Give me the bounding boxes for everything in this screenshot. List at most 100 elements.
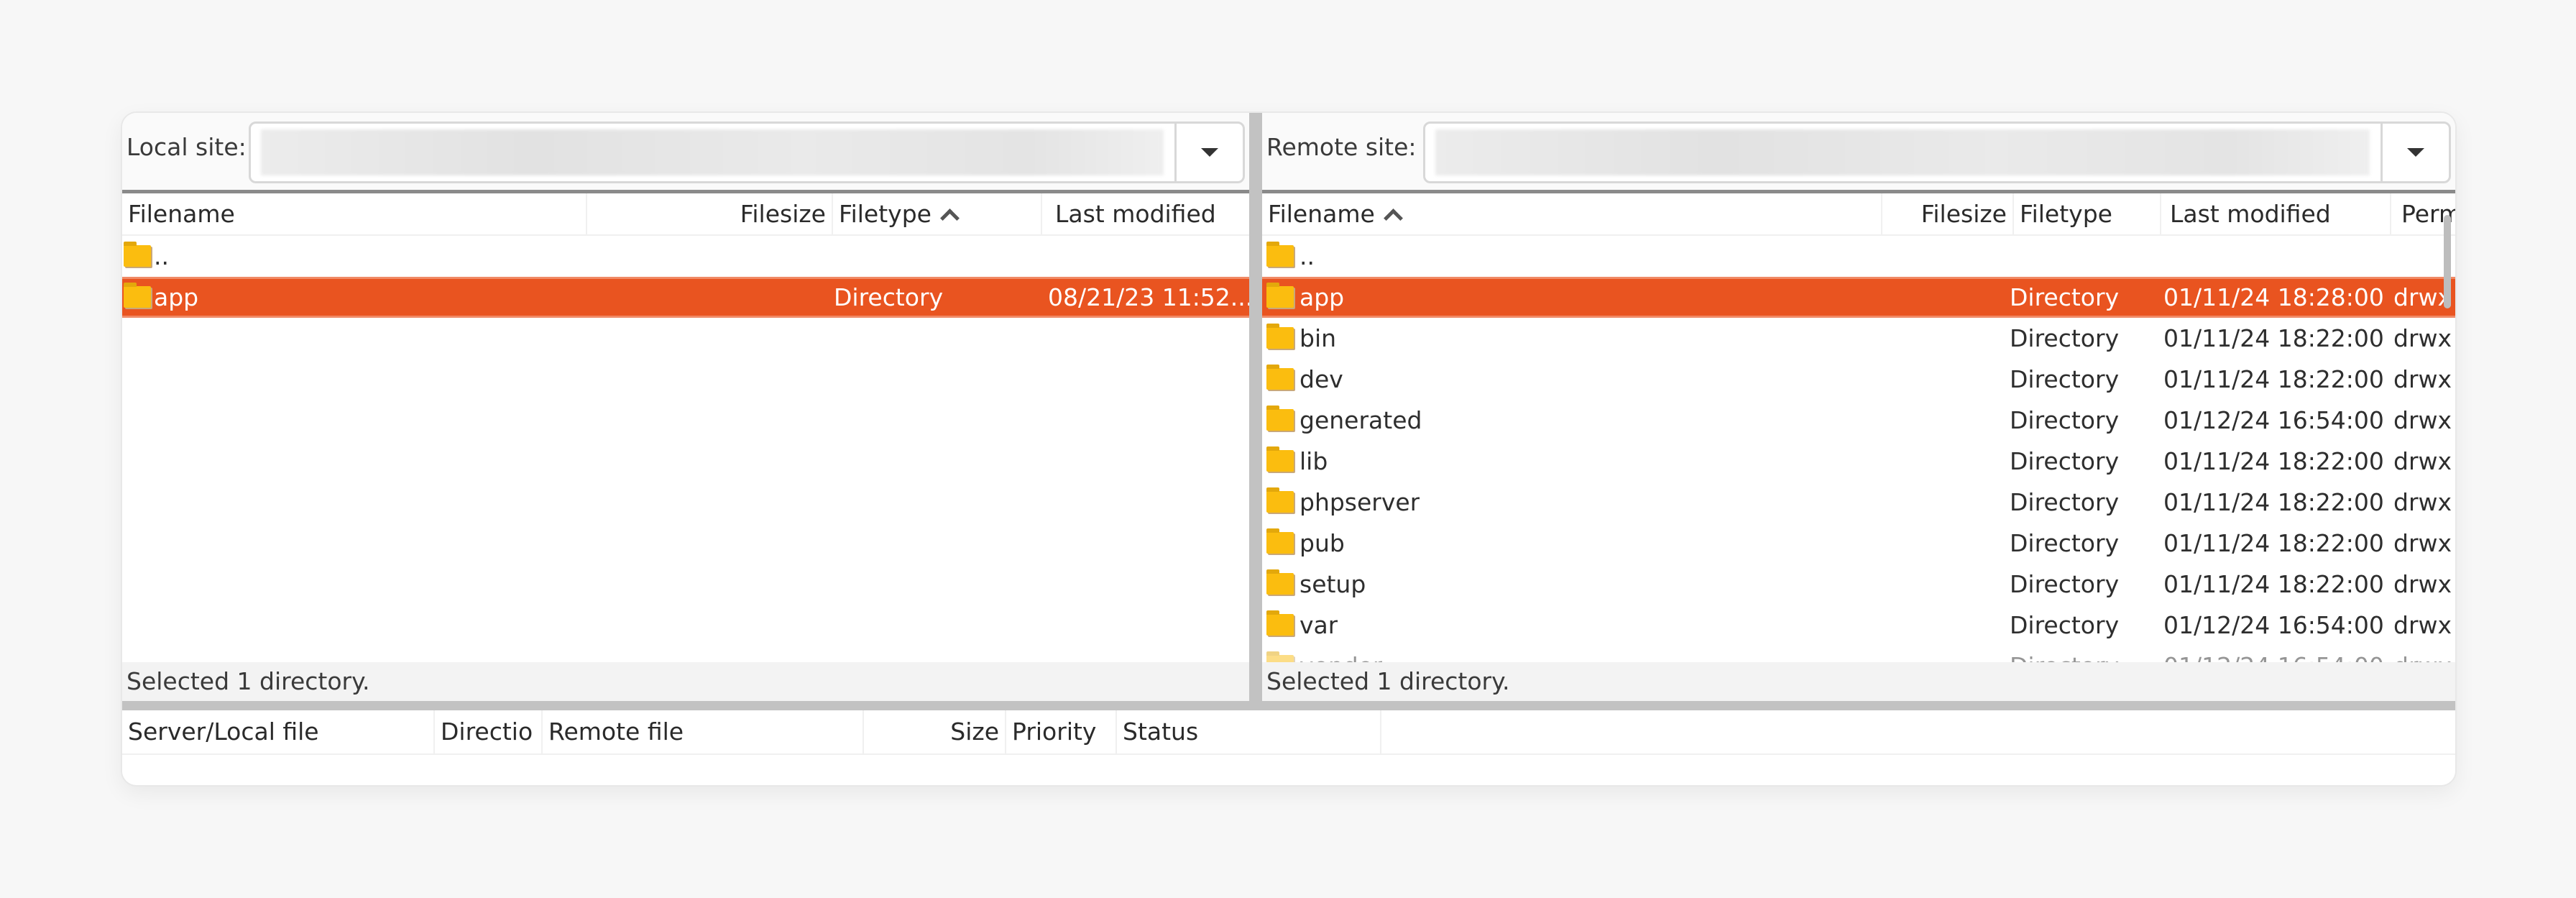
remote-row[interactable]: lib Directory 01/11/24 18:22:00 drwx — [1262, 441, 2455, 482]
remote-row-perm: drwx — [2393, 488, 2451, 516]
remote-row[interactable]: var Directory 01/12/24 16:54:00 drwx — [1262, 605, 2455, 646]
remote-row-type: Directory — [2010, 488, 2120, 516]
remote-file-list[interactable]: Filename Filesize Filetype Last modified… — [1262, 190, 2455, 666]
folder-icon — [1266, 528, 1294, 554]
local-col-filename[interactable]: Filename — [122, 193, 587, 234]
queue-col-status[interactable]: Status — [1117, 710, 1381, 753]
remote-row[interactable]: generated Directory 01/12/24 16:54:00 dr… — [1262, 400, 2455, 441]
remote-row-modified: 01/12/24 16:54:00 — [2163, 406, 2384, 434]
remote-row-name: pub — [1300, 529, 1345, 557]
local-site-combobox[interactable] — [249, 122, 1245, 183]
remote-row-modified: 01/11/24 18:22:00 — [2163, 365, 2384, 393]
remote-row[interactable]: bin Directory 01/11/24 18:22:00 drwx — [1262, 318, 2455, 359]
local-site-dropdown-button[interactable] — [1174, 124, 1243, 181]
remote-row-type: Directory — [2010, 365, 2120, 393]
remote-row-perm: drwx — [2393, 406, 2451, 434]
local-row-type: Directory — [834, 283, 944, 311]
local-status-bar: Selected 1 directory. — [122, 662, 1249, 701]
remote-col-filetype[interactable]: Filetype — [2014, 193, 2161, 234]
remote-row-modified: 01/11/24 18:22:00 — [2163, 570, 2384, 598]
remote-col-filesize[interactable]: Filesize — [1882, 193, 2014, 234]
local-file-list[interactable]: Filename Filesize Filetype Last modified… — [122, 190, 1249, 666]
remote-row-type: Directory — [2010, 406, 2120, 434]
remote-status-bar: Selected 1 directory. — [1262, 662, 2455, 701]
local-row-name: app — [154, 283, 199, 311]
folder-icon — [1266, 242, 1294, 267]
remote-row-modified: 01/11/24 18:22:00 — [2163, 324, 2384, 352]
queue-col-server-local-file[interactable]: Server/Local file — [122, 710, 435, 753]
remote-row-modified: 01/11/24 18:22:00 — [2163, 529, 2384, 557]
remote-row-name: app — [1300, 283, 1345, 311]
chevron-down-icon — [1201, 148, 1218, 157]
remote-col-last-modified[interactable]: Last modified — [2161, 193, 2391, 234]
remote-row-name: bin — [1300, 324, 1337, 352]
remote-site-bar: Remote site: — [1262, 113, 2455, 190]
remote-row-name: dev — [1300, 365, 1343, 393]
remote-row-type: Directory — [2010, 447, 2120, 475]
sort-ascending-icon — [940, 209, 960, 228]
local-row-name: .. — [154, 242, 169, 270]
sort-ascending-icon — [1383, 209, 1403, 228]
local-row-app[interactable]: app Directory 08/21/23 11:52... — [122, 277, 1249, 318]
local-col-last-modified[interactable]: Last modified — [1042, 193, 1249, 234]
remote-row-perm: drwx — [2393, 324, 2451, 352]
folder-icon — [124, 283, 151, 308]
folder-icon — [1266, 365, 1294, 390]
remote-site-dropdown-button[interactable] — [2380, 124, 2449, 181]
remote-row-type: Directory — [2010, 283, 2120, 311]
remote-row-type: Directory — [2010, 570, 2120, 598]
remote-list-scrollbar[interactable] — [2444, 215, 2451, 308]
local-row-parent[interactable]: .. — [122, 236, 1249, 277]
remote-row-perm: drwx — [2393, 365, 2451, 393]
remote-row[interactable]: app Directory 01/11/24 18:28:00 drwx — [1262, 277, 2455, 318]
remote-row-modified: 01/11/24 18:28:00 — [2163, 283, 2384, 311]
local-site-input[interactable] — [261, 129, 1164, 175]
local-pane: Local site: Filename Filesize Filetype L… — [122, 113, 1249, 701]
local-row-modified: 08/21/23 11:52... — [1048, 283, 1249, 311]
remote-row-name: lib — [1300, 447, 1328, 475]
remote-row-name: phpserver — [1300, 488, 1420, 516]
remote-list-header: Filename Filesize Filetype Last modified… — [1262, 193, 2455, 236]
remote-row[interactable]: phpserver Directory 01/11/24 18:22:00 dr… — [1262, 482, 2455, 523]
vertical-splitter[interactable] — [1249, 113, 1262, 710]
queue-col-remote-file[interactable]: Remote file — [543, 710, 864, 753]
local-site-bar: Local site: — [122, 113, 1249, 190]
folder-icon — [1266, 487, 1294, 513]
remote-row-type: Directory — [2010, 529, 2120, 557]
remote-site-label: Remote site: — [1266, 133, 1417, 161]
remote-col-filename[interactable]: Filename — [1262, 193, 1882, 234]
remote-row-parent[interactable]: .. — [1262, 236, 2455, 277]
remote-row[interactable]: setup Directory 01/11/24 18:22:00 drwx — [1262, 564, 2455, 605]
remote-row-modified: 01/11/24 18:22:00 — [2163, 488, 2384, 516]
queue-header: Server/Local file Directio Remote file S… — [122, 710, 2455, 755]
remote-row-perm: drwx — [2393, 570, 2451, 598]
remote-row-perm: drwx — [2393, 447, 2451, 475]
remote-row-modified: 01/12/24 16:54:00 — [2163, 611, 2384, 639]
remote-site-input[interactable] — [1435, 129, 2370, 175]
remote-row[interactable]: dev Directory 01/11/24 18:22:00 drwx — [1262, 359, 2455, 400]
folder-icon — [1266, 324, 1294, 349]
folder-icon — [1266, 283, 1294, 308]
remote-row[interactable]: pub Directory 01/11/24 18:22:00 drwx — [1262, 523, 2455, 564]
transfer-queue[interactable]: Server/Local file Directio Remote file S… — [122, 710, 2455, 785]
local-list-header: Filename Filesize Filetype Last modified — [122, 193, 1249, 236]
folder-icon — [1266, 446, 1294, 472]
remote-row-type: Directory — [2010, 324, 2120, 352]
folder-icon — [124, 242, 151, 267]
chevron-down-icon — [2407, 148, 2424, 157]
local-site-label: Local site: — [126, 133, 247, 161]
filezilla-window: Local site: Filename Filesize Filetype L… — [121, 111, 2457, 787]
horizontal-splitter[interactable] — [122, 701, 2455, 710]
folder-icon — [1266, 569, 1294, 595]
remote-row-perm: drwx — [2393, 283, 2451, 311]
local-col-filesize[interactable]: Filesize — [587, 193, 833, 234]
local-col-filetype[interactable]: Filetype — [833, 193, 1042, 234]
folder-icon — [1266, 610, 1294, 636]
queue-col-size[interactable]: Size — [864, 710, 1006, 753]
remote-row-name: generated — [1300, 406, 1422, 434]
remote-site-combobox[interactable] — [1423, 122, 2451, 183]
remote-row-type: Directory — [2010, 611, 2120, 639]
remote-row-perm: drwx — [2393, 611, 2451, 639]
queue-col-priority[interactable]: Priority — [1006, 710, 1117, 753]
queue-col-direction[interactable]: Directio — [435, 710, 543, 753]
